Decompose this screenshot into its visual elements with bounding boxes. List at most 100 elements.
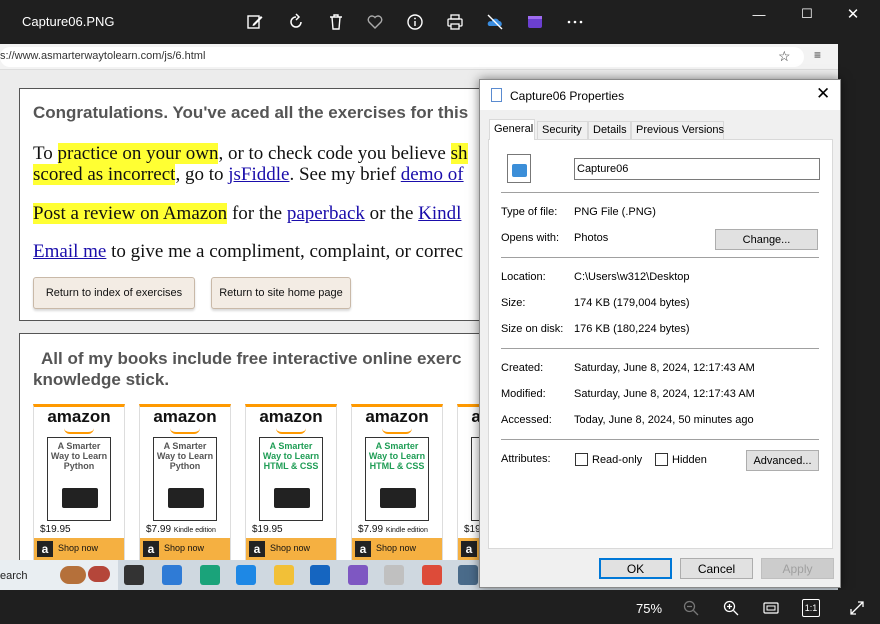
edit-icon[interactable] [243, 10, 267, 34]
clipchamp-icon[interactable] [523, 10, 547, 34]
search-highlight-icon [88, 566, 110, 582]
edition-label: Kindle edition [173, 527, 216, 534]
zoom-in-icon[interactable] [722, 599, 740, 617]
shop-now-banner: a Shop now [140, 538, 230, 560]
text: for the [227, 203, 287, 224]
fullscreen-icon[interactable] [848, 599, 866, 617]
minimize-button[interactable]: — [744, 4, 774, 24]
book-title: A Smarter Way to Learn Python [156, 441, 214, 471]
review-line: Post a review on Amazon for the paperbac… [33, 203, 461, 225]
tab-security[interactable]: Security [537, 121, 588, 139]
paperback-link: paperback [286, 203, 365, 224]
separator [501, 439, 819, 440]
snipping-icon [384, 565, 404, 585]
star-icon: ☆ [778, 48, 791, 64]
browser-address-bar: s://www.asmarterwaytolearn.com/js/6.html… [0, 44, 838, 70]
book-cover: A Smarter Way to Learn HTML & CSS [259, 437, 323, 521]
text: , go to [175, 164, 229, 185]
book-price: $7.99 Kindle edition [146, 524, 216, 535]
rotate-icon[interactable] [284, 10, 308, 34]
text: , or to check code you believe [218, 143, 451, 164]
tab-general[interactable]: General [489, 119, 535, 140]
hidden-checkbox[interactable] [655, 453, 668, 466]
change-button[interactable]: Change... [715, 229, 818, 250]
location-value: C:\Users\w312\Desktop [574, 271, 690, 283]
book-title: A Smarter Way to Learn HTML & CSS [262, 441, 320, 471]
ok-button[interactable]: OK [599, 558, 672, 579]
text: . See my brief [289, 164, 401, 185]
location-label: Location: [501, 271, 546, 283]
demo-link: demo of [400, 164, 464, 185]
onedrive-icon[interactable] [483, 10, 507, 34]
shop-now-banner: a Shop now [34, 538, 124, 560]
maximize-button[interactable]: ☐ [792, 4, 822, 24]
close-button[interactable]: ✕ [838, 4, 868, 24]
congrats-box: Congratulations. You've aced all the exe… [19, 88, 489, 321]
highlight: scored as incorrect [33, 164, 176, 185]
delete-icon[interactable] [324, 10, 348, 34]
size-on-disk-label: Size on disk: [501, 323, 564, 335]
amazon-logo: amazon [47, 407, 111, 426]
print-icon[interactable] [443, 10, 467, 34]
general-panel: Capture06 Type of file: PNG File (.PNG) … [488, 139, 833, 549]
calculator-icon [458, 565, 478, 585]
mail-icon [310, 565, 330, 585]
copilot-icon [348, 565, 368, 585]
shop-now-banner: a Shop now [352, 538, 442, 560]
edge-icon [200, 565, 220, 585]
apply-button[interactable]: Apply [761, 558, 834, 579]
properties-dialog: Capture06 Properties ✕ General Security … [479, 79, 841, 588]
opens-label: Opens with: [501, 232, 560, 244]
accessed-label: Accessed: [501, 414, 552, 426]
cancel-button[interactable]: Cancel [680, 558, 753, 579]
books-heading-line-1: All of my books include free interactive… [41, 349, 462, 368]
practice-line-1: To practice on your own, or to check cod… [33, 143, 468, 165]
separator [501, 192, 819, 193]
zoom-out-icon[interactable] [682, 599, 700, 617]
file-name-input[interactable]: Capture06 [574, 158, 820, 180]
book-price: $19.95 [252, 524, 283, 535]
amazon-a-icon: a [143, 541, 159, 557]
dialog-close-button[interactable]: ✕ [816, 84, 830, 104]
size-on-disk-value: 176 KB (180,224 bytes) [574, 323, 690, 335]
advanced-button[interactable]: Advanced... [746, 450, 819, 471]
laptop-icon [168, 488, 204, 508]
amazon-smile-icon [170, 428, 200, 434]
photos-app-window: Capture06.PNG — ☐ ✕ s://www.asmarterwayt… [0, 0, 880, 624]
email-link: Email me [33, 241, 107, 262]
text: To [33, 143, 58, 164]
shop-now-label: Shop now [376, 543, 417, 553]
readonly-checkbox[interactable] [575, 453, 588, 466]
more-icon[interactable] [563, 10, 587, 34]
amazon-a-icon: a [37, 541, 53, 557]
created-label: Created: [501, 362, 544, 374]
books-heading: All of my books include free interactive… [33, 348, 461, 390]
photos-titlebar: Capture06.PNG — ☐ ✕ [0, 0, 880, 44]
book-card: amazon A Smarter Way to Learn Python $19.9… [33, 404, 125, 564]
png-file-icon [507, 154, 531, 183]
favorite-icon[interactable] [363, 10, 387, 34]
highlight: Post a review on Amazon [33, 203, 228, 224]
photos-bottom-bar: 75% 1:1 [0, 590, 880, 624]
tab-details[interactable]: Details [588, 121, 631, 139]
text: to give me a compliment, complaint, or c… [106, 241, 464, 262]
readonly-label: Read-only [592, 454, 643, 466]
size-label: Size: [501, 297, 526, 309]
shop-now-label: Shop now [58, 543, 99, 553]
zoom-level: 75% [636, 601, 663, 616]
book-price: $7.99 Kindle edition [358, 524, 428, 535]
fit-to-window-icon[interactable] [762, 599, 780, 617]
modified-label: Modified: [501, 388, 546, 400]
info-icon[interactable] [403, 10, 427, 34]
shop-now-label: Shop now [270, 543, 311, 553]
book-cover: A Smarter Way to Learn HTML & CSS [365, 437, 429, 521]
type-label: Type of file: [501, 206, 558, 218]
tab-previous-versions[interactable]: Previous Versions [631, 121, 724, 139]
actual-size-icon[interactable]: 1:1 [802, 599, 820, 617]
size-value: 174 KB (179,004 bytes) [574, 297, 690, 309]
amazon-smile-icon [276, 428, 306, 434]
book-card: amazon A Smarter Way to Learn HTML & CSS $… [351, 404, 443, 564]
price-value: $19.95 [40, 524, 71, 535]
opens-value: Photos [574, 232, 609, 244]
book-title: A Smarter Way to Learn HTML & CSS [368, 441, 426, 471]
